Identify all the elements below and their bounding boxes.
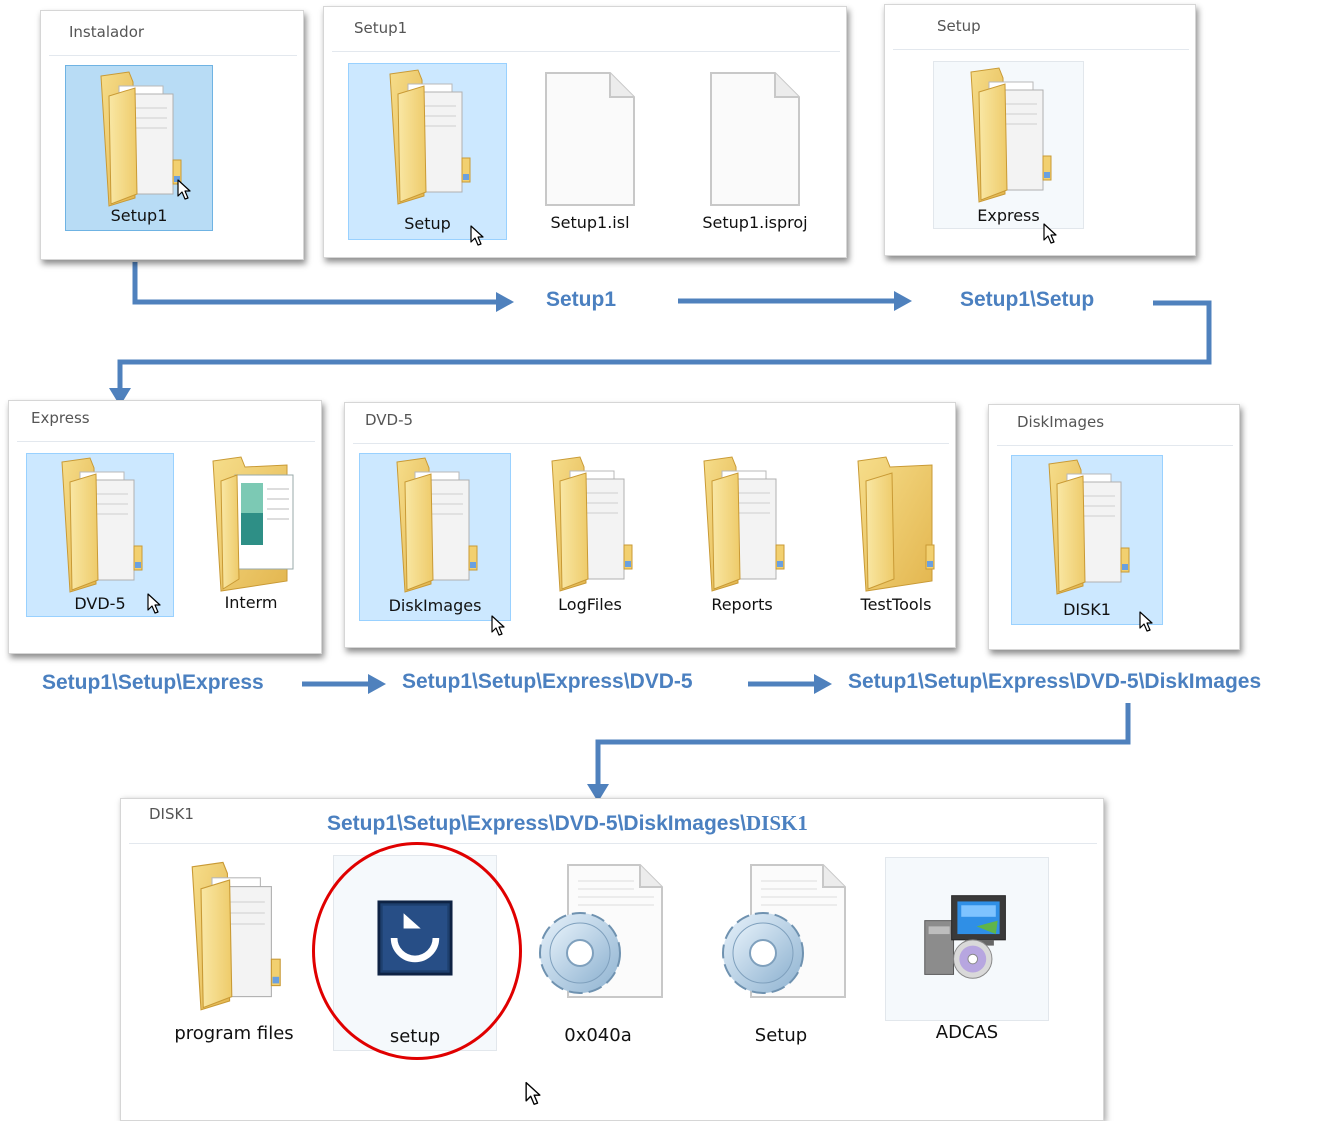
folder-item-express[interactable]: Express	[933, 61, 1084, 229]
folder-documents-icon	[378, 66, 478, 206]
title-separator	[17, 441, 315, 442]
item-label: Setup1.isproj	[702, 213, 808, 232]
item-label: Setup1.isl	[550, 213, 630, 232]
title-separator	[997, 445, 1233, 446]
explorer-window-dvd5: DVD-5 DiskImages LogFiles Reports TestTo…	[344, 402, 956, 648]
window-title: Express	[31, 409, 90, 427]
folder-icon	[846, 453, 946, 593]
installer-package-icon	[919, 888, 1015, 984]
folder-documents-icon	[692, 453, 792, 593]
item-label: ADCAS	[935, 1022, 999, 1043]
arrowhead-5	[814, 674, 832, 694]
highlight-circle	[312, 842, 522, 1060]
title-separator	[353, 443, 949, 444]
item-label: Setup1	[110, 206, 168, 225]
item-label: program files	[174, 1023, 294, 1044]
path-label-diskimages: Setup1\Setup\Express\DVD-5\DiskImages	[848, 670, 1262, 693]
folder-documents-icon	[179, 855, 289, 1015]
folder-documents-icon	[540, 453, 640, 593]
mouse-cursor-icon	[525, 1081, 541, 1107]
folder-documents-icon	[1037, 456, 1137, 596]
folder-item-testtools[interactable]: TestTools	[823, 453, 956, 621]
window-title: Setup	[937, 17, 981, 35]
arrowhead-2	[894, 291, 912, 311]
explorer-window-setup1: Setup1 Setup Setup1.isl Setup1.isproj	[323, 6, 847, 258]
settings-file-icon	[528, 861, 668, 1001]
arrow-6	[595, 703, 1131, 788]
arrow-3	[117, 300, 1212, 394]
mouse-cursor-icon	[1139, 611, 1153, 633]
window-title: Setup1	[354, 19, 408, 37]
arrowhead-4	[368, 674, 386, 694]
title-separator	[332, 51, 840, 52]
folder-preview-icon	[201, 453, 301, 593]
arrow-1	[132, 262, 502, 305]
package-item-adcas[interactable]: ADCAS	[885, 857, 1049, 1043]
blank-file-icon	[540, 69, 640, 209]
file-item-setup-ini[interactable]: Setup	[701, 855, 861, 1051]
mouse-cursor-icon	[147, 593, 161, 615]
explorer-window-setup: Setup Express	[884, 4, 1196, 256]
mouse-cursor-icon	[177, 179, 191, 201]
settings-file-icon	[711, 861, 851, 1001]
item-label: Interm	[224, 593, 278, 612]
folder-documents-icon	[50, 454, 150, 594]
path-label-disk1-main: Setup1\Setup\Express\DVD-5\DiskImages\	[327, 812, 746, 835]
folder-item-interm[interactable]: Interm	[181, 453, 321, 617]
explorer-window-express: Express DVD-5 Interm	[8, 400, 322, 654]
item-label: Setup	[754, 1025, 808, 1046]
window-title: DISK1	[149, 805, 194, 823]
folder-documents-icon	[385, 454, 485, 594]
path-label-disk1-tail: DISK1	[746, 811, 808, 835]
blank-file-icon	[705, 69, 805, 209]
path-label-dvd5: Setup1\Setup\Express\DVD-5	[402, 670, 693, 693]
folder-item-logfiles[interactable]: LogFiles	[517, 453, 663, 621]
folder-documents-icon	[89, 68, 189, 208]
title-separator	[129, 843, 1097, 844]
explorer-window-instalador: Instalador Setup1	[40, 10, 304, 260]
item-label: 0x040a	[564, 1025, 632, 1046]
folder-item-diskimages[interactable]: DiskImages	[359, 453, 511, 621]
explorer-window-disk1: DISK1 Setup1\Setup\Express\DVD-5\DiskIma…	[120, 798, 1104, 1121]
mouse-cursor-icon	[470, 225, 484, 247]
window-title: Instalador	[69, 23, 145, 41]
mouse-cursor-icon	[1043, 223, 1057, 245]
item-label: DiskImages	[388, 596, 482, 615]
explorer-window-diskimages: DiskImages DISK1	[988, 404, 1240, 650]
file-item-setup1-isproj[interactable]: Setup1.isproj	[680, 63, 830, 240]
window-title: DVD-5	[365, 411, 414, 429]
folder-item-reports[interactable]: Reports	[669, 453, 815, 621]
mouse-cursor-icon	[491, 615, 505, 637]
arrowhead-1	[496, 292, 514, 312]
title-separator	[49, 55, 297, 56]
folder-item-program-files[interactable]: program files	[161, 855, 307, 1051]
folder-item-disk1[interactable]: DISK1	[1011, 455, 1163, 625]
item-label: LogFiles	[558, 595, 622, 614]
folder-item-setup1[interactable]: Setup1	[65, 65, 213, 231]
title-separator	[893, 49, 1189, 50]
file-item-0x040a[interactable]: 0x040a	[513, 855, 683, 1051]
item-label: Reports	[711, 595, 773, 614]
path-label-setup1-setup: Setup1\Setup	[960, 288, 1095, 311]
item-label: TestTools	[860, 595, 932, 614]
path-label-setup1: Setup1	[546, 288, 617, 311]
file-item-setup1-isl[interactable]: Setup1.isl	[520, 63, 660, 240]
path-label-disk1: Setup1\Setup\Express\DVD-5\DiskImages\DI…	[327, 811, 808, 836]
path-label-express: Setup1\Setup\Express	[42, 671, 264, 694]
item-label: Express	[977, 206, 1040, 225]
folder-item-setup[interactable]: Setup	[348, 63, 507, 240]
folder-documents-icon	[959, 64, 1059, 204]
window-title: DiskImages	[1017, 413, 1105, 431]
